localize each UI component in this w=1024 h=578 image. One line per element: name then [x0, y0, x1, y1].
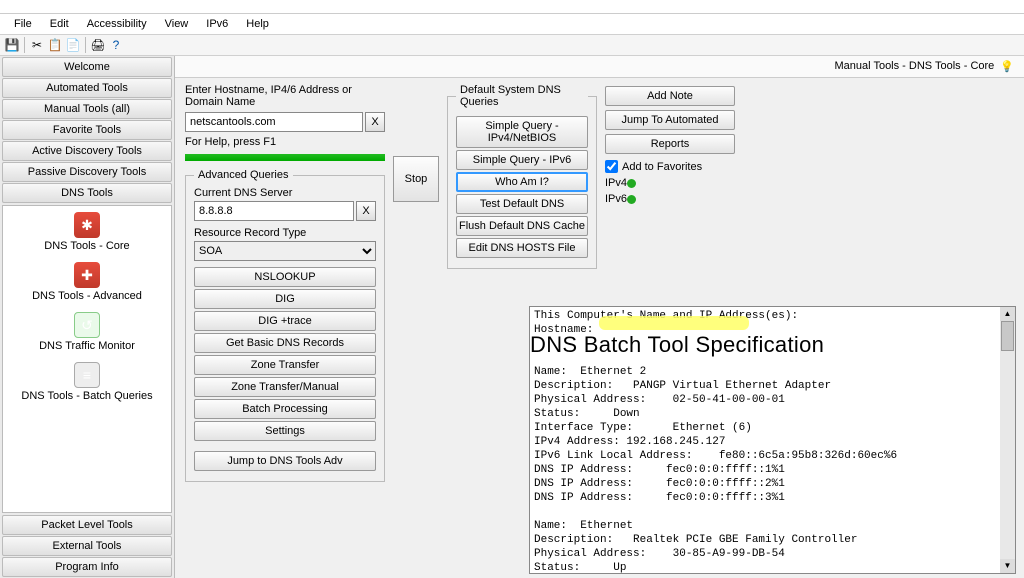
- adv-button-zone-transfer[interactable]: Zone Transfer: [194, 355, 376, 375]
- sidebar-item-dns-tools-advanced[interactable]: ✚ DNS Tools - Advanced: [3, 260, 171, 310]
- accordion-manual-tools-all-[interactable]: Manual Tools (all): [2, 99, 172, 119]
- adv-button-nslookup[interactable]: NSLOOKUP: [194, 267, 376, 287]
- adv-button-get-basic-dns-records[interactable]: Get Basic DNS Records: [194, 333, 376, 353]
- menu-edit[interactable]: Edit: [42, 16, 77, 32]
- jump-automated-button[interactable]: Jump To Automated: [605, 110, 735, 130]
- sidebar-dns-tools-panel: ✱ DNS Tools - Core ✚ DNS Tools - Advanced ↺ D…: [2, 205, 172, 513]
- accordion-passive-discovery-tools[interactable]: Passive Discovery Tools: [2, 162, 172, 182]
- query-button-simple-query-ipv4-netbios[interactable]: Simple Query - IPv4/NetBIOS: [456, 116, 588, 148]
- add-favorites-checkbox[interactable]: Add to Favorites: [605, 160, 735, 173]
- toolbar: 💾 ✂ 📋 📄 🖨 ?: [0, 35, 1024, 56]
- query-button-test-default-dns[interactable]: Test Default DNS: [456, 194, 588, 214]
- ipv6-status-label: IPv6: [605, 193, 627, 205]
- ipv6-status-icon: [627, 195, 636, 204]
- query-button-simple-query-ipv6[interactable]: Simple Query - IPv6: [456, 150, 588, 170]
- progress-bar: [185, 154, 385, 161]
- accordion-external-tools[interactable]: External Tools: [2, 536, 172, 556]
- sidebar-item-label: DNS Tools - Advanced: [3, 290, 171, 302]
- copy-icon[interactable]: 📋: [47, 37, 63, 53]
- hostname-clear-button[interactable]: X: [365, 112, 385, 132]
- accordion-active-discovery-tools[interactable]: Active Discovery Tools: [2, 141, 172, 161]
- scroll-down-icon[interactable]: ▼: [1000, 559, 1015, 573]
- content-header: Manual Tools - DNS Tools - Core 💡: [175, 56, 1024, 78]
- scrollbar[interactable]: ▲ ▼: [1000, 306, 1016, 574]
- reports-button[interactable]: Reports: [605, 134, 735, 154]
- current-dns-clear-button[interactable]: X: [356, 201, 376, 221]
- ipv4-status-icon: [627, 179, 636, 188]
- content-area: Manual Tools - DNS Tools - Core 💡 Enter …: [175, 56, 1024, 578]
- adv-button-jump-to-dns-tools-adv[interactable]: Jump to DNS Tools Adv: [194, 451, 376, 471]
- tool-icon: ≡: [74, 362, 100, 388]
- print-icon[interactable]: 🖨: [90, 37, 106, 53]
- adv-button-dig-trace[interactable]: DIG +trace: [194, 311, 376, 331]
- sidebar-item-label: DNS Traffic Monitor: [3, 340, 171, 352]
- hostname-label: Enter Hostname, IP4/6 Address or Domain …: [185, 84, 385, 108]
- rr-type-select[interactable]: SOA: [194, 241, 376, 261]
- rr-type-label: Resource Record Type: [194, 227, 376, 239]
- help-hint: For Help, press F1: [185, 136, 385, 148]
- current-dns-label: Current DNS Server: [194, 187, 376, 199]
- cut-icon[interactable]: ✂: [29, 37, 45, 53]
- query-button-edit-dns-hosts-file[interactable]: Edit DNS HOSTS File: [456, 238, 588, 258]
- sidebar-item-dns-traffic-monitor[interactable]: ↺ DNS Traffic Monitor: [3, 310, 171, 360]
- adv-button-batch-processing[interactable]: Batch Processing: [194, 399, 376, 419]
- highlight-marker: [599, 316, 749, 330]
- stop-button[interactable]: Stop: [393, 156, 439, 202]
- accordion-packet-level-tools[interactable]: Packet Level Tools: [2, 515, 172, 535]
- sidebar-item-label: DNS Tools - Core: [3, 240, 171, 252]
- tool-icon: ✚: [74, 262, 100, 288]
- menu-accessibility[interactable]: Accessibility: [79, 16, 155, 32]
- tool-icon: ↺: [74, 312, 100, 338]
- sidebar-item-dns-tools-batch-queries[interactable]: ≡ DNS Tools - Batch Queries: [3, 360, 171, 410]
- advanced-queries-label: Advanced Queries: [194, 169, 293, 181]
- scroll-thumb[interactable]: [1001, 321, 1014, 351]
- scroll-up-icon[interactable]: ▲: [1000, 307, 1015, 321]
- menu-help[interactable]: Help: [238, 16, 277, 32]
- accordion-welcome[interactable]: Welcome: [2, 57, 172, 77]
- accordion-program-info[interactable]: Program Info: [2, 557, 172, 577]
- bulb-icon[interactable]: 💡: [1000, 60, 1014, 73]
- accordion-automated-tools[interactable]: Automated Tools: [2, 78, 172, 98]
- menu-file[interactable]: File: [6, 16, 40, 32]
- save-icon[interactable]: 💾: [4, 37, 20, 53]
- adv-button-dig[interactable]: DIG: [194, 289, 376, 309]
- hostname-input[interactable]: [185, 112, 363, 132]
- accordion-dns-tools[interactable]: DNS Tools: [2, 183, 172, 203]
- ipv4-status-label: IPv4: [605, 177, 627, 189]
- paste-icon[interactable]: 📄: [65, 37, 81, 53]
- window-titlebar: [0, 0, 1024, 14]
- add-note-button[interactable]: Add Note: [605, 86, 735, 106]
- sidebar-item-dns-tools-core[interactable]: ✱ DNS Tools - Core: [3, 210, 171, 260]
- default-queries-label: Default System DNS Queries: [456, 84, 588, 108]
- accordion-favorite-tools[interactable]: Favorite Tools: [2, 120, 172, 140]
- help-icon[interactable]: ?: [108, 37, 124, 53]
- menubar: File Edit Accessibility View IPv6 Help: [0, 14, 1024, 35]
- adv-button-settings[interactable]: Settings: [194, 421, 376, 441]
- tool-icon: ✱: [74, 212, 100, 238]
- current-dns-input[interactable]: [194, 201, 354, 221]
- query-button-flush-default-dns-cache[interactable]: Flush Default DNS Cache: [456, 216, 588, 236]
- menu-ipv6[interactable]: IPv6: [198, 16, 236, 32]
- sidebar: WelcomeAutomated ToolsManual Tools (all)…: [0, 56, 175, 578]
- sidebar-item-label: DNS Tools - Batch Queries: [3, 390, 171, 402]
- overlay-title: DNS Batch Tool Specification: [530, 332, 824, 358]
- query-button-who-am-i-[interactable]: Who Am I?: [456, 172, 588, 192]
- menu-view[interactable]: View: [157, 16, 197, 32]
- adv-button-zone-transfer-manual[interactable]: Zone Transfer/Manual: [194, 377, 376, 397]
- page-title: Manual Tools - DNS Tools - Core: [835, 60, 995, 73]
